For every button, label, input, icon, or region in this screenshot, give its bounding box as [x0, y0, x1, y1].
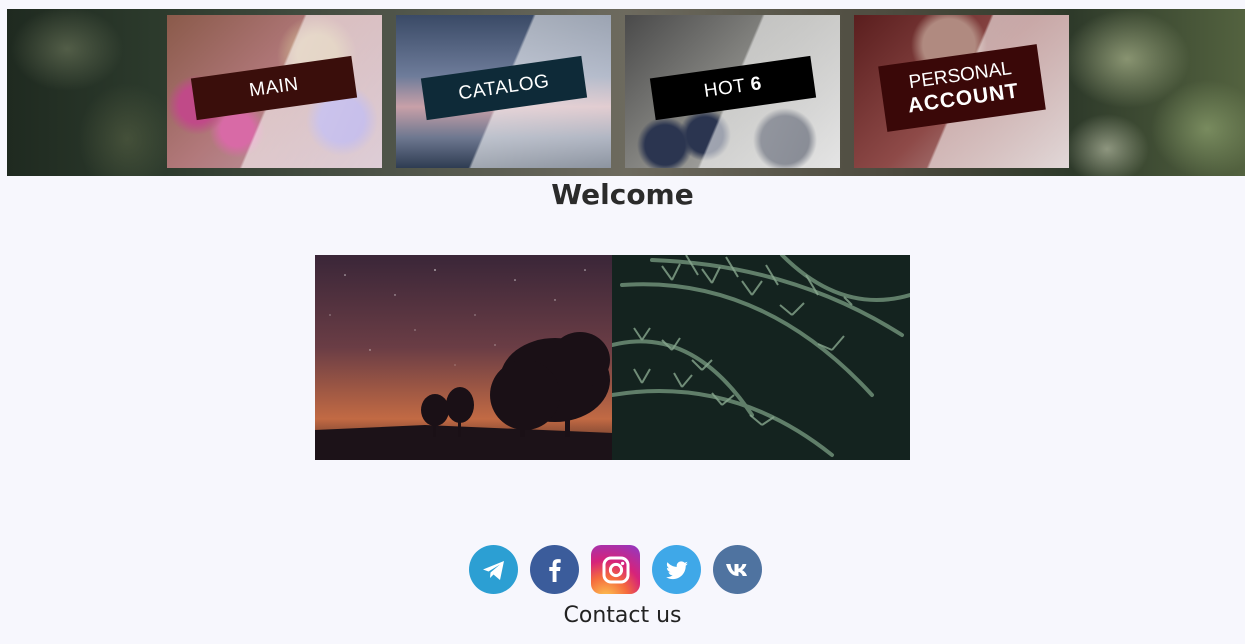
nav-catalog-label: CATALOG — [457, 70, 551, 105]
nav-hot-link[interactable]: HOT 6 — [625, 15, 840, 168]
vk-icon — [725, 563, 747, 576]
vk-link[interactable] — [713, 545, 762, 594]
header-banner: MAIN CATALOG HOT 6 PERSONAL ACCOUNT — [7, 9, 1245, 176]
instagram-icon — [602, 556, 629, 583]
night-sky-photo — [315, 255, 613, 460]
fern-image — [612, 255, 910, 460]
night-sky-image — [315, 255, 613, 460]
nav-hot-prefix: HOT — [702, 75, 747, 102]
nav-main-label: MAIN — [247, 73, 300, 102]
telegram-icon — [482, 560, 504, 580]
nav-hot-number: 6 — [749, 73, 764, 96]
page-title: Welcome — [551, 178, 694, 211]
facebook-link[interactable] — [530, 545, 579, 594]
nav-hot-label: HOT 6 — [703, 73, 764, 103]
twitter-icon — [665, 560, 688, 579]
twitter-link[interactable] — [652, 545, 701, 594]
nav-catalog-link[interactable]: CATALOG — [396, 15, 611, 168]
facebook-icon — [548, 558, 561, 582]
telegram-link[interactable] — [469, 545, 518, 594]
instagram-link[interactable] — [591, 545, 640, 594]
fern-photo — [612, 255, 910, 460]
contact-us-link[interactable]: Contact us — [0, 603, 1245, 628]
nav-personal-account-link[interactable]: PERSONAL ACCOUNT — [854, 15, 1069, 168]
social-links — [469, 545, 762, 594]
nav-main-link[interactable]: MAIN — [167, 15, 382, 168]
